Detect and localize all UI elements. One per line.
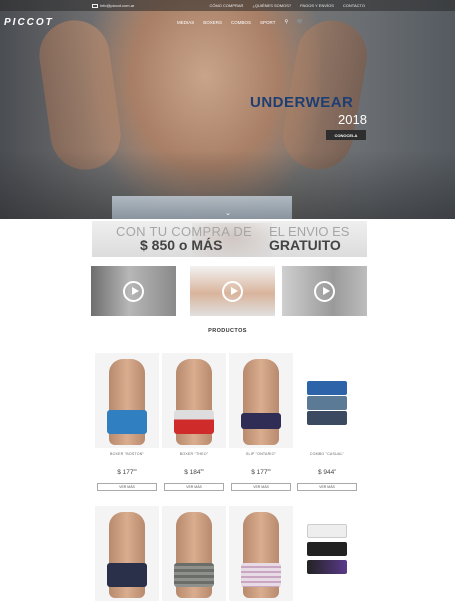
product-card[interactable]: SLIP "ONTARIO" $ 17700 VER MÁS — [229, 353, 293, 492]
product-name[interactable]: SLIP "ONTARIO" — [229, 452, 293, 456]
product-name[interactable]: COMBO "CASUAL" — [295, 452, 359, 456]
product-card[interactable]: BOXER "BOSTON" $ 17700 VER MÁS — [95, 353, 159, 492]
nav-item-medias[interactable]: MEDIAS — [177, 20, 194, 25]
play-icon[interactable] — [314, 281, 335, 302]
product-card[interactable]: BOXER "THEO" $ 18450 VER MÁS — [162, 353, 226, 492]
hero-headline: UNDERWEAR — [250, 94, 354, 111]
top-info-bar: info@piccot.com.ar CÓMO COMPRAR ¿QUIÉNES… — [0, 0, 455, 11]
nav-item-combos[interactable]: COMBOS — [231, 20, 251, 25]
view-more-button[interactable]: VER MÁS — [164, 483, 224, 492]
top-link-como-comprar[interactable]: CÓMO COMPRAR — [209, 3, 243, 8]
video-thumbnail-2[interactable] — [190, 266, 275, 316]
video-thumbnail-3[interactable] — [282, 266, 367, 316]
product-garment — [174, 410, 214, 434]
view-more-button[interactable]: VER MÁS — [231, 483, 291, 492]
play-icon[interactable] — [222, 281, 243, 302]
combo-item — [307, 396, 347, 410]
main-nav: MEDIAS BOXERS COMBOS SPORT ⚲ 🛒 — [177, 19, 303, 25]
product-garment — [107, 410, 147, 434]
product-name[interactable]: BOXER "BOSTON" — [95, 452, 159, 456]
product-garment — [107, 563, 147, 587]
products-title: PRODUCTOS — [208, 328, 247, 334]
product-price: $ 18450 — [184, 468, 204, 477]
top-link-quienes-somos[interactable]: ¿QUIÉNES SOMOS? — [252, 3, 291, 8]
top-link-contacto[interactable]: CONTACTO — [343, 3, 365, 8]
hero-cta-button[interactable]: CONOCELA — [326, 130, 366, 140]
product-card[interactable]: COMBO "CASUAL" $ 9440 VER MÁS — [295, 353, 359, 492]
product-garment — [241, 563, 281, 587]
view-more-button[interactable]: VER MÁS — [297, 483, 357, 492]
product-image[interactable] — [295, 353, 359, 448]
combo-item — [307, 411, 347, 425]
contact-email[interactable]: info@piccot.com.ar — [92, 3, 134, 8]
mail-icon — [92, 3, 98, 8]
play-icon[interactable] — [123, 281, 144, 302]
product-image[interactable] — [162, 353, 226, 448]
combo-item — [307, 381, 347, 395]
product-image[interactable] — [229, 353, 293, 448]
hero-banner: info@piccot.com.ar CÓMO COMPRAR ¿QUIÉNES… — [0, 0, 455, 219]
cart-icon[interactable]: 🛒 — [297, 19, 303, 25]
product-image[interactable] — [229, 506, 293, 601]
product-image[interactable] — [95, 353, 159, 448]
product-name[interactable]: BOXER "THEO" — [162, 452, 226, 456]
product-price: $ 17700 — [117, 468, 137, 477]
video-thumbnail-1[interactable] — [91, 266, 176, 316]
view-more-button[interactable]: VER MÁS — [97, 483, 157, 492]
product-card[interactable] — [162, 506, 226, 601]
product-card[interactable] — [295, 506, 359, 601]
nav-item-sport[interactable]: SPORT — [260, 20, 275, 25]
top-link-pagos-envios[interactable]: PAGOS Y ENVÍOS — [300, 3, 334, 8]
hero-year: 2018 — [338, 112, 367, 127]
product-image[interactable] — [95, 506, 159, 601]
promo-line-4: GRATUITO — [269, 237, 341, 253]
promo-line-2: $ 850 o MÁS — [140, 237, 223, 253]
combo-item — [307, 542, 347, 556]
combo-item — [307, 524, 347, 538]
model-torso — [243, 359, 279, 445]
product-card[interactable] — [95, 506, 159, 601]
product-garment — [174, 563, 214, 587]
product-garment — [241, 413, 281, 429]
product-image[interactable] — [162, 506, 226, 601]
product-price: $ 17700 — [251, 468, 271, 477]
combo-item — [307, 560, 347, 574]
top-links: CÓMO COMPRAR ¿QUIÉNES SOMOS? PAGOS Y ENV… — [209, 3, 365, 8]
search-icon[interactable]: ⚲ — [284, 19, 288, 25]
product-image[interactable] — [295, 506, 359, 601]
contact-email-text: info@piccot.com.ar — [100, 3, 135, 8]
brand-logo[interactable]: PICCOT — [4, 17, 54, 28]
product-card[interactable] — [229, 506, 293, 601]
chevron-down-icon[interactable]: ⌄ — [225, 209, 231, 217]
hero-image-waistband — [112, 196, 292, 219]
nav-item-boxers[interactable]: BOXERS — [203, 20, 222, 25]
product-price: $ 9440 — [318, 468, 336, 477]
